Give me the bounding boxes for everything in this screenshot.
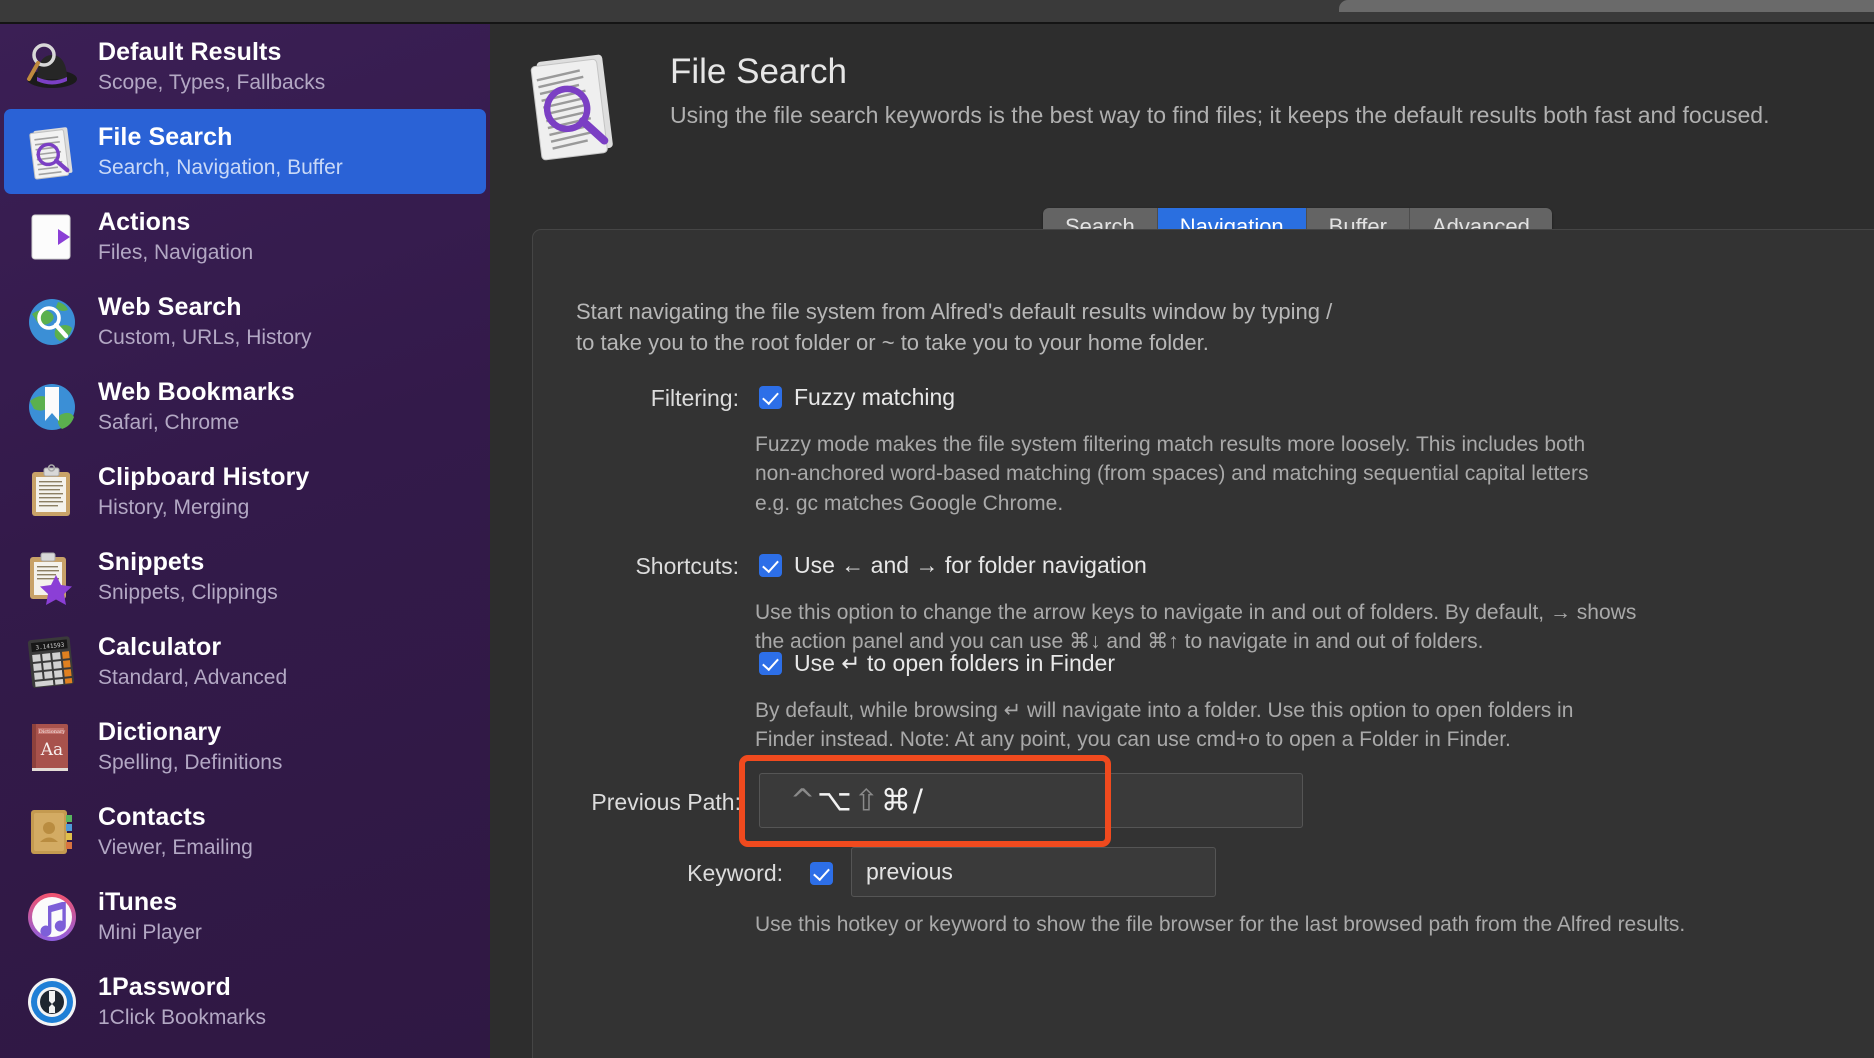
window-titlebar [0, 0, 1874, 23]
sidebar-item-default-results[interactable]: Default Results Scope, Types, Fallbacks [4, 24, 486, 109]
sidebar-item-itunes[interactable]: iTunes Mini Player [4, 874, 486, 959]
sidebar-item-title: Calculator [98, 633, 222, 662]
sidebar-item-title: iTunes [98, 888, 178, 917]
fuzzy-matching-option[interactable]: Fuzzy matching [759, 384, 955, 411]
sidebar-item-title: Dictionary [98, 718, 222, 747]
hat-magnifier-icon [24, 39, 80, 95]
sidebar-item-subtitle: Search, Navigation, Buffer [98, 155, 343, 179]
sidebar-item-file-search[interactable]: File Search Search, Navigation, Buffer [4, 109, 486, 194]
fuzzy-matching-checkbox[interactable] [759, 386, 782, 409]
sidebar-item-contacts[interactable]: Contacts Viewer, Emailing [4, 789, 486, 874]
sidebar-item-subtitle: Safari, Chrome [98, 410, 240, 434]
sidebar-item-subtitle: Mini Player [98, 920, 202, 944]
sidebar-item-subtitle: History, Merging [98, 495, 250, 519]
open-in-finder-checkbox[interactable] [759, 652, 782, 675]
sidebar-item-clipboard-history[interactable]: Clipboard History History, Merging [4, 449, 486, 534]
command-glyph-icon: ⌘ [880, 783, 913, 818]
alfred-preferences-window: Default Results Scope, Types, Fallbacks F… [0, 0, 1874, 1058]
sidebar-item-title: Web Bookmarks [98, 378, 295, 407]
1password-icon [24, 974, 80, 1030]
sidebar-item-web-bookmarks[interactable]: Web Bookmarks Safari, Chrome [4, 364, 486, 449]
sidebar-item-title: Web Search [98, 293, 242, 322]
open-in-finder-label: Use ↵ to open folders in Finder [794, 650, 1115, 676]
fuzzy-matching-label: Fuzzy matching [794, 384, 956, 410]
clipboard-star-icon [24, 549, 80, 605]
hotkey-character: / [912, 783, 925, 818]
shift-glyph-icon: ⇧ [853, 783, 881, 818]
keyword-input[interactable]: previous [851, 847, 1216, 897]
document-magnifier-icon [520, 48, 628, 166]
sidebar-item-title: Snippets [98, 548, 205, 577]
control-glyph-icon: ^ [790, 783, 818, 818]
sidebar-item-web-search[interactable]: Web Search Custom, URLs, History [4, 279, 486, 364]
sidebar-item-subtitle: Files, Navigation [98, 240, 254, 264]
document-magnifier-icon [24, 124, 80, 180]
arrow-key-navigation-option[interactable]: Use ← and → for folder navigation [759, 552, 1147, 579]
open-in-finder-description: By default, while browsing ↵ will naviga… [755, 699, 1574, 752]
previous-path-hotkey-field[interactable]: ^⌥⇧⌘/ [759, 773, 1303, 828]
sidebar-item-dictionary[interactable]: Dictionary Aa Dictionary Spelling, Defini… [4, 704, 486, 789]
sidebar-item-subtitle: 1Click Bookmarks [98, 1005, 267, 1029]
keyword-checkbox[interactable] [810, 862, 833, 885]
filtering-label: Filtering: [650, 385, 739, 411]
dictionary-book-icon: Dictionary Aa [24, 719, 80, 775]
sidebar-item-subtitle: Viewer, Emailing [98, 835, 253, 859]
sidebar-item-1password[interactable]: 1Password 1Click Bookmarks [4, 959, 486, 1044]
keyword-input-value: previous [866, 858, 953, 885]
svg-text:Aa: Aa [40, 740, 63, 760]
sidebar-item-system[interactable]: System [4, 1044, 486, 1058]
sidebar-item-subtitle: Scope, Types, Fallbacks [98, 70, 326, 94]
navigation-settings-panel: Start navigating the file system from Al… [532, 229, 1874, 1058]
globe-bookmark-icon [24, 379, 80, 435]
arrow-key-navigation-description: Use this option to change the arrow keys… [755, 601, 1637, 654]
sidebar-item-title: Default Results [98, 38, 282, 67]
page-title: File Search [670, 52, 848, 91]
previous-path-label: Previous Path: [591, 789, 741, 815]
document-arrow-icon [24, 209, 80, 265]
calculator-icon: 3.141593 [24, 634, 80, 690]
sidebar-item-actions[interactable]: Actions Files, Navigation [4, 194, 486, 279]
sidebar-item-title: File Search [98, 123, 233, 152]
option-glyph-icon: ⌥ [817, 783, 854, 818]
intro-text: Start navigating the file system from Al… [576, 299, 1333, 356]
address-book-icon [24, 804, 80, 860]
sidebar-item-title: Clipboard History [98, 463, 310, 492]
globe-magnifier-icon [24, 294, 80, 350]
sidebar-item-calculator[interactable]: 3.141593 Calculator Standard, Advanced [4, 619, 486, 704]
sidebar-item-snippets[interactable]: Snippets Snippets, Clippings [4, 534, 486, 619]
page-header: File Search Using the file search keywor… [490, 24, 1874, 184]
itunes-music-note-icon [24, 889, 80, 945]
main-pane: File Search Using the file search keywor… [490, 24, 1874, 1058]
page-subtitle: Using the file search keywords is the be… [670, 102, 1770, 128]
open-in-finder-option[interactable]: Use ↵ to open folders in Finder [759, 650, 1115, 677]
hotkey-glyph-group: ^⌥⇧⌘/ [790, 783, 925, 818]
sidebar-item-subtitle: Standard, Advanced [98, 665, 288, 689]
sidebar-item-title: Actions [98, 208, 191, 237]
window-toolbar-pill [1339, 0, 1874, 12]
clipboard-icon [24, 463, 80, 520]
sidebar-item-subtitle: Custom, URLs, History [98, 325, 312, 349]
keyword-label: Keyword: [687, 860, 783, 886]
sidebar-item-title: 1Password [98, 973, 231, 1002]
sidebar-item-subtitle: Spelling, Definitions [98, 750, 283, 774]
shortcuts-label: Shortcuts: [635, 553, 739, 579]
sidebar-item-subtitle: Snippets, Clippings [98, 580, 278, 604]
sidebar-item-title: Contacts [98, 803, 206, 832]
arrow-key-navigation-label: Use ← and → for folder navigation [794, 552, 1147, 578]
sidebar[interactable]: Default Results Scope, Types, Fallbacks F… [0, 24, 490, 1058]
previous-path-description: Use this hotkey or keyword to show the f… [755, 913, 1686, 936]
fuzzy-matching-description: Fuzzy mode makes the file system filteri… [755, 433, 1589, 515]
arrow-key-navigation-checkbox[interactable] [759, 554, 782, 577]
svg-text:Dictionary: Dictionary [39, 729, 66, 735]
